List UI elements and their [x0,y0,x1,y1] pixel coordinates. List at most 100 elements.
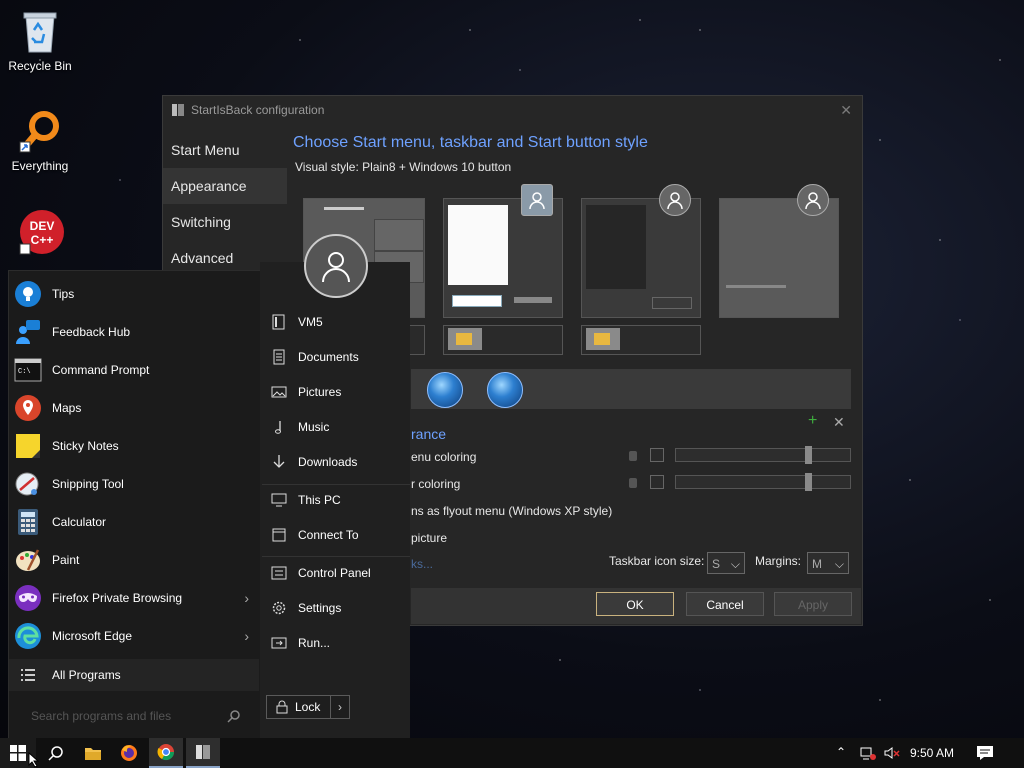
place-this-pc[interactable]: This PC [270,485,410,515]
slider-knob[interactable] [805,446,812,464]
sticky-notes-icon [13,431,43,461]
nav-start-menu[interactable]: Start Menu [163,132,287,168]
margins-select[interactable]: M ⌵ [807,552,849,574]
app-snipping-tool[interactable]: Snipping Tool [9,465,259,503]
place-user-folder[interactable]: VM5 [270,307,410,337]
taskbar-clock[interactable]: 9:50 AM [910,738,954,768]
volume-muted-icon[interactable] [884,745,900,761]
close-icon[interactable]: ✕ [840,102,852,119]
nav-switching[interactable]: Switching [163,204,287,240]
margins-value: M [812,557,822,571]
menu-coloring-checkbox[interactable] [650,448,664,462]
mouse-cursor-icon [28,752,40,768]
taskbar-icon-size-label: Taskbar icon size: [609,554,705,568]
firefox-icon [121,745,137,761]
place-music[interactable]: Music [270,412,410,442]
thumbnail-avatar-icon [659,184,691,216]
lock-icon [276,700,288,714]
app-label: Maps [52,401,82,415]
slider-knob[interactable] [805,473,812,491]
place-downloads[interactable]: Downloads [270,447,410,477]
option-link[interactable]: ks... [411,557,433,571]
windows7-orb-icon[interactable] [427,372,463,408]
paint-icon [13,545,43,575]
thumbnail-avatar-icon [521,184,553,216]
visual-style-label: Visual style: Plain8 + Windows 10 button [295,160,512,174]
taskbar-startisback-config[interactable] [186,738,220,768]
place-connect-to[interactable]: Connect To [270,520,410,550]
app-firefox-private-browsing[interactable]: Firefox Private Browsing › [9,579,259,617]
app-maps[interactable]: Maps [9,389,259,427]
style-thumbnail-4[interactable] [719,198,839,318]
app-command-prompt[interactable]: C:\ Command Prompt [9,351,259,389]
place-settings[interactable]: Settings [270,593,410,623]
windows-orb-icon[interactable] [487,372,523,408]
remove-icon[interactable]: ✕ [833,414,845,431]
user-folder-icon [270,313,288,331]
taskbar-style-thumbnail-2[interactable] [581,325,701,355]
lock-label: Lock [295,700,321,714]
taskbar-icon-size-select[interactable]: S ⌵ [707,552,745,574]
option-flyout-menu[interactable]: ns as flyout menu (Windows XP style) [411,504,612,518]
app-label: Calculator [52,515,107,529]
desktop-icon-everything[interactable]: Everything [4,108,76,173]
cancel-button[interactable]: Cancel [686,592,764,616]
taskbar-coloring-slider[interactable] [675,473,851,491]
taskbar-coloring-checkbox[interactable] [650,475,664,489]
desktop-icon-recycle-bin[interactable]: Recycle Bin [4,8,76,73]
style-thumbnail-2[interactable] [443,198,563,318]
start-search-box[interactable]: Search programs and files [9,697,259,735]
place-label: Downloads [298,455,358,469]
place-label: Pictures [298,385,342,399]
option-taskbar-coloring[interactable]: r coloring [411,477,460,491]
app-label: Sticky Notes [52,439,119,453]
chevron-right-icon[interactable]: › [244,628,249,644]
place-control-panel[interactable]: Control Panel [270,558,410,588]
menu-coloring-slider[interactable] [675,446,851,464]
downloads-icon [270,453,288,471]
page-heading: Choose Start menu, taskbar and Start but… [293,134,648,151]
network-icon[interactable] [860,745,876,761]
place-documents[interactable]: Documents [270,342,410,372]
app-label: Firefox Private Browsing [52,591,183,605]
app-calculator[interactable]: Calculator [9,503,259,541]
desktop-icon-dev-cpp[interactable]: DEV C++ [4,208,76,256]
place-pictures[interactable]: Pictures [270,377,410,407]
chevron-right-icon[interactable]: › [331,700,349,714]
apply-button[interactable]: Apply [774,592,852,616]
lock-button[interactable]: Lock › [266,695,350,719]
taskbar-file-explorer[interactable] [76,738,110,768]
search-placeholder[interactable]: Search programs and files [31,709,171,723]
settings-gear-icon [270,599,288,617]
place-label: Run... [298,636,331,650]
desktop-icon-label: Recycle Bin [8,59,72,73]
chrome-icon [157,744,175,761]
chevron-up-icon[interactable]: ⌃ [836,745,846,759]
add-icon[interactable]: + [808,412,817,430]
app-tips[interactable]: Tips [9,275,259,313]
chevron-right-icon[interactable]: › [244,590,249,606]
taskbar-style-thumbnail-1[interactable] [443,325,563,355]
taskbar-icon-size-value: S [712,557,721,571]
all-programs-button[interactable]: All Programs [9,659,259,691]
option-picture[interactable]: picture [411,531,447,545]
app-label: Tips [52,287,75,301]
taskbar-search-button[interactable] [38,738,74,768]
dev-cpp-icon: DEV C++ [19,210,64,255]
app-sticky-notes[interactable]: Sticky Notes [9,427,259,465]
ok-button[interactable]: OK [596,592,674,616]
style-thumbnail-3[interactable] [581,198,701,318]
place-run[interactable]: Run... [270,628,410,658]
user-avatar[interactable] [304,234,368,298]
list-icon [13,668,43,682]
option-menu-coloring[interactable]: enu coloring [411,450,476,464]
app-paint[interactable]: Paint [9,541,259,579]
taskbar-chrome[interactable] [149,738,183,768]
pictures-icon [270,383,288,401]
app-feedback-hub[interactable]: Feedback Hub [9,313,259,351]
feedback-hub-icon [13,317,43,347]
taskbar-firefox[interactable] [112,738,146,768]
app-microsoft-edge[interactable]: Microsoft Edge › [9,617,259,655]
nav-appearance[interactable]: Appearance [163,168,287,204]
notifications-icon[interactable] [976,745,994,761]
